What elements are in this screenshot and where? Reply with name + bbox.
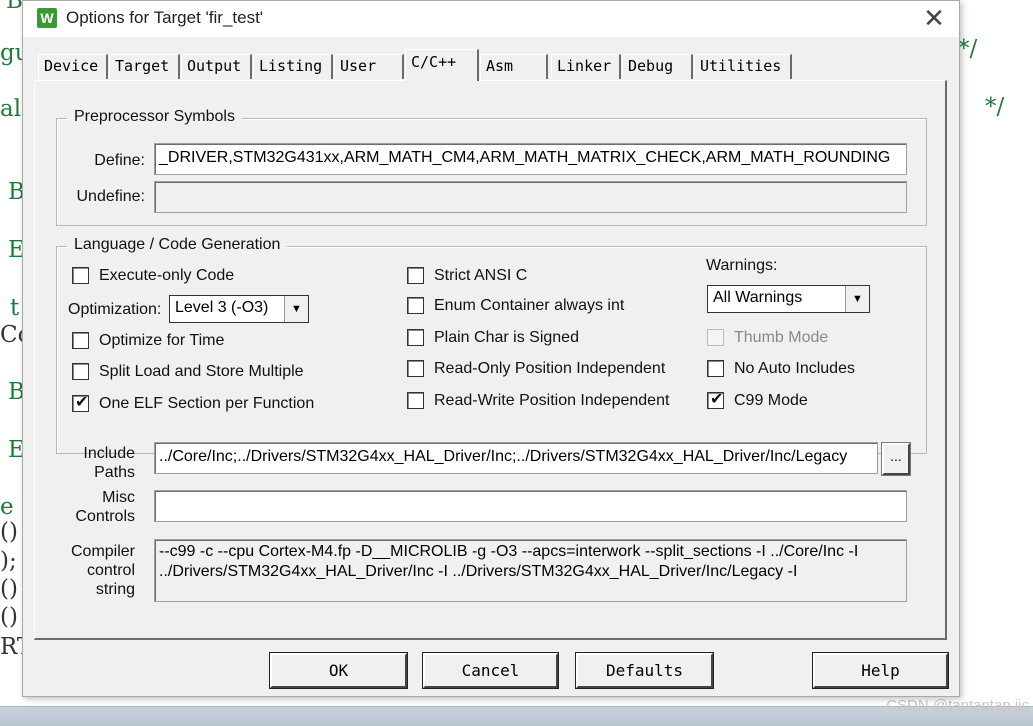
misc-controls-label: Misc Controls xyxy=(63,488,135,526)
tab-output[interactable]: Output xyxy=(181,54,252,79)
optimization-select[interactable]: Level 3 (-O3) ▼ xyxy=(169,295,309,323)
defaults-button[interactable]: Defaults xyxy=(575,652,714,689)
optimize-time-checkbox[interactable] xyxy=(72,332,89,349)
label-line: control xyxy=(86,562,135,579)
label-line: Include xyxy=(83,445,135,462)
check-mark: ✔ xyxy=(710,391,724,408)
code-fragment: () xyxy=(0,519,18,545)
code-fragment: ); xyxy=(0,548,17,574)
chevron-down-icon: ▼ xyxy=(284,296,308,322)
tab-device[interactable]: Device xyxy=(38,54,108,79)
ro-pi-checkbox[interactable] xyxy=(407,360,424,377)
code-fragment: B xyxy=(6,0,23,14)
strict-ansi-label: Strict ANSI C xyxy=(434,267,528,284)
label-line: string xyxy=(95,581,135,598)
undefine-label: Undefine: xyxy=(76,188,146,205)
close-button[interactable]: ✕ xyxy=(919,4,949,32)
group-title: Preprocessor Symbols xyxy=(67,108,242,126)
optimization-value: Level 3 (-O3) xyxy=(175,299,269,316)
code-fragment: */ xyxy=(958,36,978,62)
misc-controls-input[interactable] xyxy=(154,490,907,522)
keil-app-icon: W xyxy=(37,8,57,28)
watermark: CSDN @taptaptap.jic xyxy=(886,697,1029,714)
warnings-label: Warnings: xyxy=(706,257,778,274)
rw-pi-checkbox[interactable] xyxy=(407,392,424,409)
code-fragment: () xyxy=(0,576,18,602)
include-paths-input[interactable]: ../Core/Inc;../Drivers/STM32G4xx_HAL_Dri… xyxy=(154,442,878,474)
code-fragment: t xyxy=(10,295,20,321)
tab-debug[interactable]: Debug xyxy=(622,54,693,79)
define-label: Define: xyxy=(94,152,145,169)
optimize-time-label: Optimize for Time xyxy=(99,332,225,349)
warnings-value: All Warnings xyxy=(713,289,803,306)
code-fragment: */ xyxy=(985,94,1005,120)
thumb-mode-checkbox[interactable] xyxy=(707,329,724,346)
chevron-down-icon: ▼ xyxy=(845,286,869,312)
tab-c-cpp[interactable]: C/C++ xyxy=(405,49,479,81)
help-button[interactable]: Help xyxy=(812,652,949,689)
undefine-input[interactable] xyxy=(154,181,907,213)
ro-pi-label: Read-Only Position Independent xyxy=(434,360,666,377)
tab-asm[interactable]: Asm xyxy=(480,54,548,79)
optimization-label: Optimization: xyxy=(68,301,162,318)
tab-user[interactable]: User xyxy=(334,54,404,79)
plain-char-label: Plain Char is Signed xyxy=(434,329,579,346)
cancel-button[interactable]: Cancel xyxy=(422,652,559,689)
one-elf-label: One ELF Section per Function xyxy=(99,395,315,412)
compiler-control-string-label: Compiler control string xyxy=(63,542,135,599)
execute-only-checkbox[interactable] xyxy=(72,267,89,284)
tab-target[interactable]: Target xyxy=(109,54,180,79)
label-line: Compiler xyxy=(70,543,135,560)
rw-pi-label: Read-Write Position Independent xyxy=(434,392,670,409)
warnings-select[interactable]: All Warnings ▼ xyxy=(707,285,870,313)
split-load-checkbox[interactable] xyxy=(72,363,89,380)
strict-ansi-checkbox[interactable] xyxy=(407,267,424,284)
no-auto-includes-label: No Auto Includes xyxy=(734,360,855,377)
label-line: Paths xyxy=(94,464,135,481)
c99-mode-label: C99 Mode xyxy=(734,392,808,409)
tab-utilities[interactable]: Utilities xyxy=(694,54,792,79)
ok-button[interactable]: OK xyxy=(269,652,408,689)
enum-container-checkbox[interactable] xyxy=(407,297,424,314)
label-line: Controls xyxy=(75,508,135,525)
thumb-mode-label: Thumb Mode xyxy=(734,329,829,346)
enum-container-label: Enum Container always int xyxy=(434,297,625,314)
one-elf-checkbox[interactable]: ✔ xyxy=(72,394,89,412)
include-paths-browse-button[interactable]: ... xyxy=(881,442,911,476)
code-fragment: () xyxy=(0,604,18,630)
c99-mode-checkbox[interactable]: ✔ xyxy=(707,391,724,409)
split-load-label: Split Load and Store Multiple xyxy=(99,363,304,380)
plain-char-checkbox[interactable] xyxy=(407,329,424,346)
code-fragment: e xyxy=(0,494,14,520)
taskbar xyxy=(0,706,1033,726)
tab-linker[interactable]: Linker xyxy=(551,54,621,79)
check-mark: ✔ xyxy=(75,394,89,411)
label-line: Misc xyxy=(102,489,135,506)
options-dialog: W Options for Target 'fir_test' ✕ Device… xyxy=(22,0,960,697)
execute-only-label: Execute-only Code xyxy=(99,267,235,284)
tab-listing[interactable]: Listing xyxy=(253,54,333,79)
define-input[interactable]: _DRIVER,STM32G431xx,ARM_MATH_CM4,ARM_MAT… xyxy=(154,143,907,175)
no-auto-includes-checkbox[interactable] xyxy=(707,360,724,377)
include-paths-label: Include Paths xyxy=(63,444,135,482)
dialog-title: Options for Target 'fir_test' xyxy=(66,8,264,27)
compiler-control-string-text[interactable]: --c99 -c --cpu Cortex-M4.fp -D__MICROLIB… xyxy=(154,539,907,602)
title-bar[interactable]: W Options for Target 'fir_test' ✕ xyxy=(23,1,959,37)
code-fragment: al xyxy=(0,96,22,122)
group-title: Language / Code Generation xyxy=(67,236,288,254)
